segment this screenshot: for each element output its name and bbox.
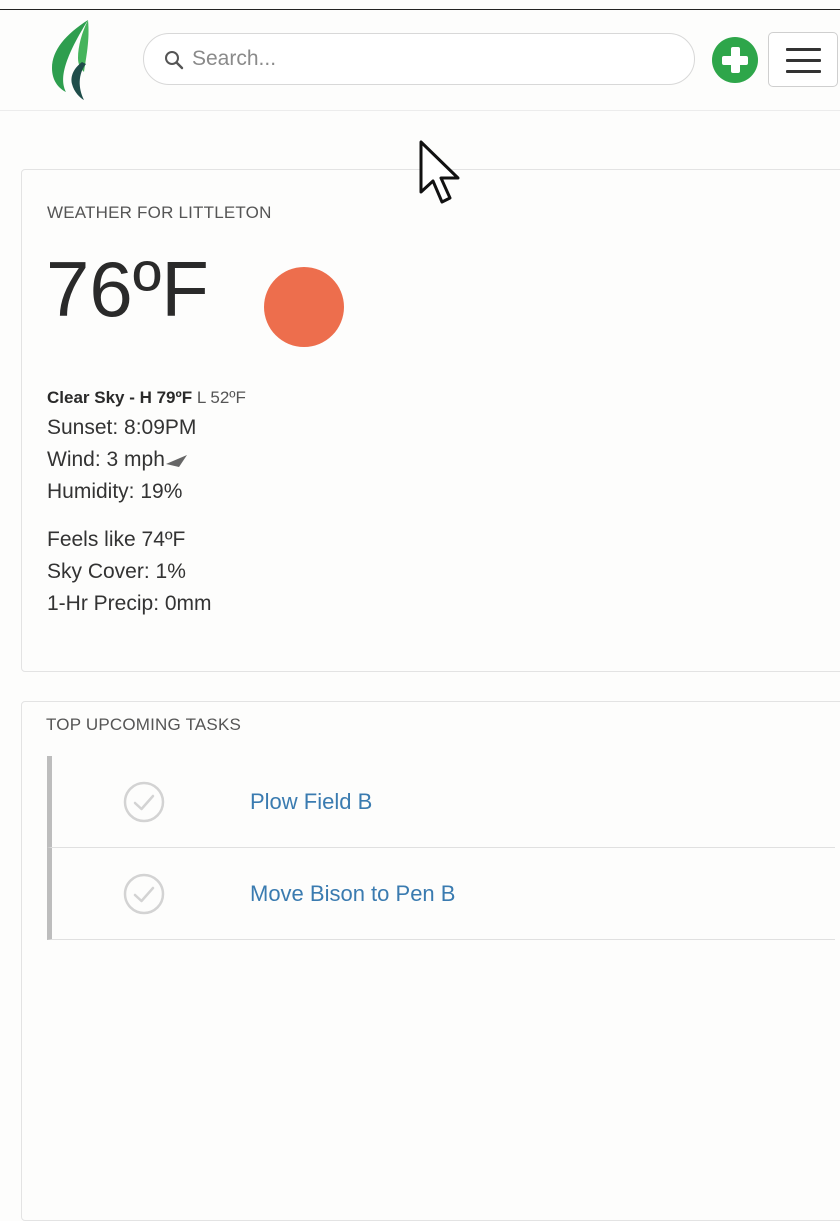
- top-navbar: [0, 10, 840, 111]
- add-button[interactable]: [712, 37, 758, 83]
- leaf-logo-icon[interactable]: [48, 18, 94, 100]
- low-temperature: L 52ºF: [196, 388, 246, 407]
- feels-like: Feels like 74ºF: [47, 528, 186, 551]
- wind-direction-arrow-icon: [165, 455, 187, 467]
- wind-row: Wind: 3 mph: [47, 448, 189, 472]
- tasks-card-title: TOP UPCOMING TASKS: [46, 715, 242, 734]
- humidity: Humidity: 19%: [47, 480, 183, 503]
- sunset-time: Sunset: 8:09PM: [47, 416, 197, 439]
- search-icon: [165, 51, 184, 70]
- wind-speed: Wind: 3 mph: [47, 448, 165, 471]
- check-circle-icon[interactable]: [123, 781, 165, 823]
- upcoming-tasks-card: TOP UPCOMING TASKS Plow Field B Move Bis…: [21, 701, 840, 1221]
- task-row[interactable]: Plow Field B: [47, 756, 835, 848]
- sky-cover: Sky Cover: 1%: [47, 560, 186, 583]
- current-temperature: 76ºF: [46, 245, 209, 333]
- search-input[interactable]: [192, 34, 672, 84]
- task-link[interactable]: Move Bison to Pen B: [250, 881, 455, 907]
- task-list: Plow Field B Move Bison to Pen B: [47, 756, 835, 940]
- condition-high: Clear Sky - H 79ºF: [47, 388, 193, 407]
- menu-toggle-button[interactable]: [768, 32, 838, 87]
- task-row[interactable]: Move Bison to Pen B: [47, 848, 835, 940]
- task-link[interactable]: Plow Field B: [250, 789, 372, 815]
- weather-summary: Clear Sky - H 79ºF L 52ºF: [47, 388, 246, 408]
- check-circle-icon[interactable]: [123, 873, 165, 915]
- weather-card-title: WEATHER FOR LITTLETON: [47, 203, 272, 222]
- search-bar[interactable]: [143, 33, 695, 85]
- weather-card: WEATHER FOR LITTLETON 76ºF Clear Sky - H…: [21, 169, 840, 672]
- precipitation: 1-Hr Precip: 0mm: [47, 592, 212, 615]
- sun-icon: [264, 267, 344, 347]
